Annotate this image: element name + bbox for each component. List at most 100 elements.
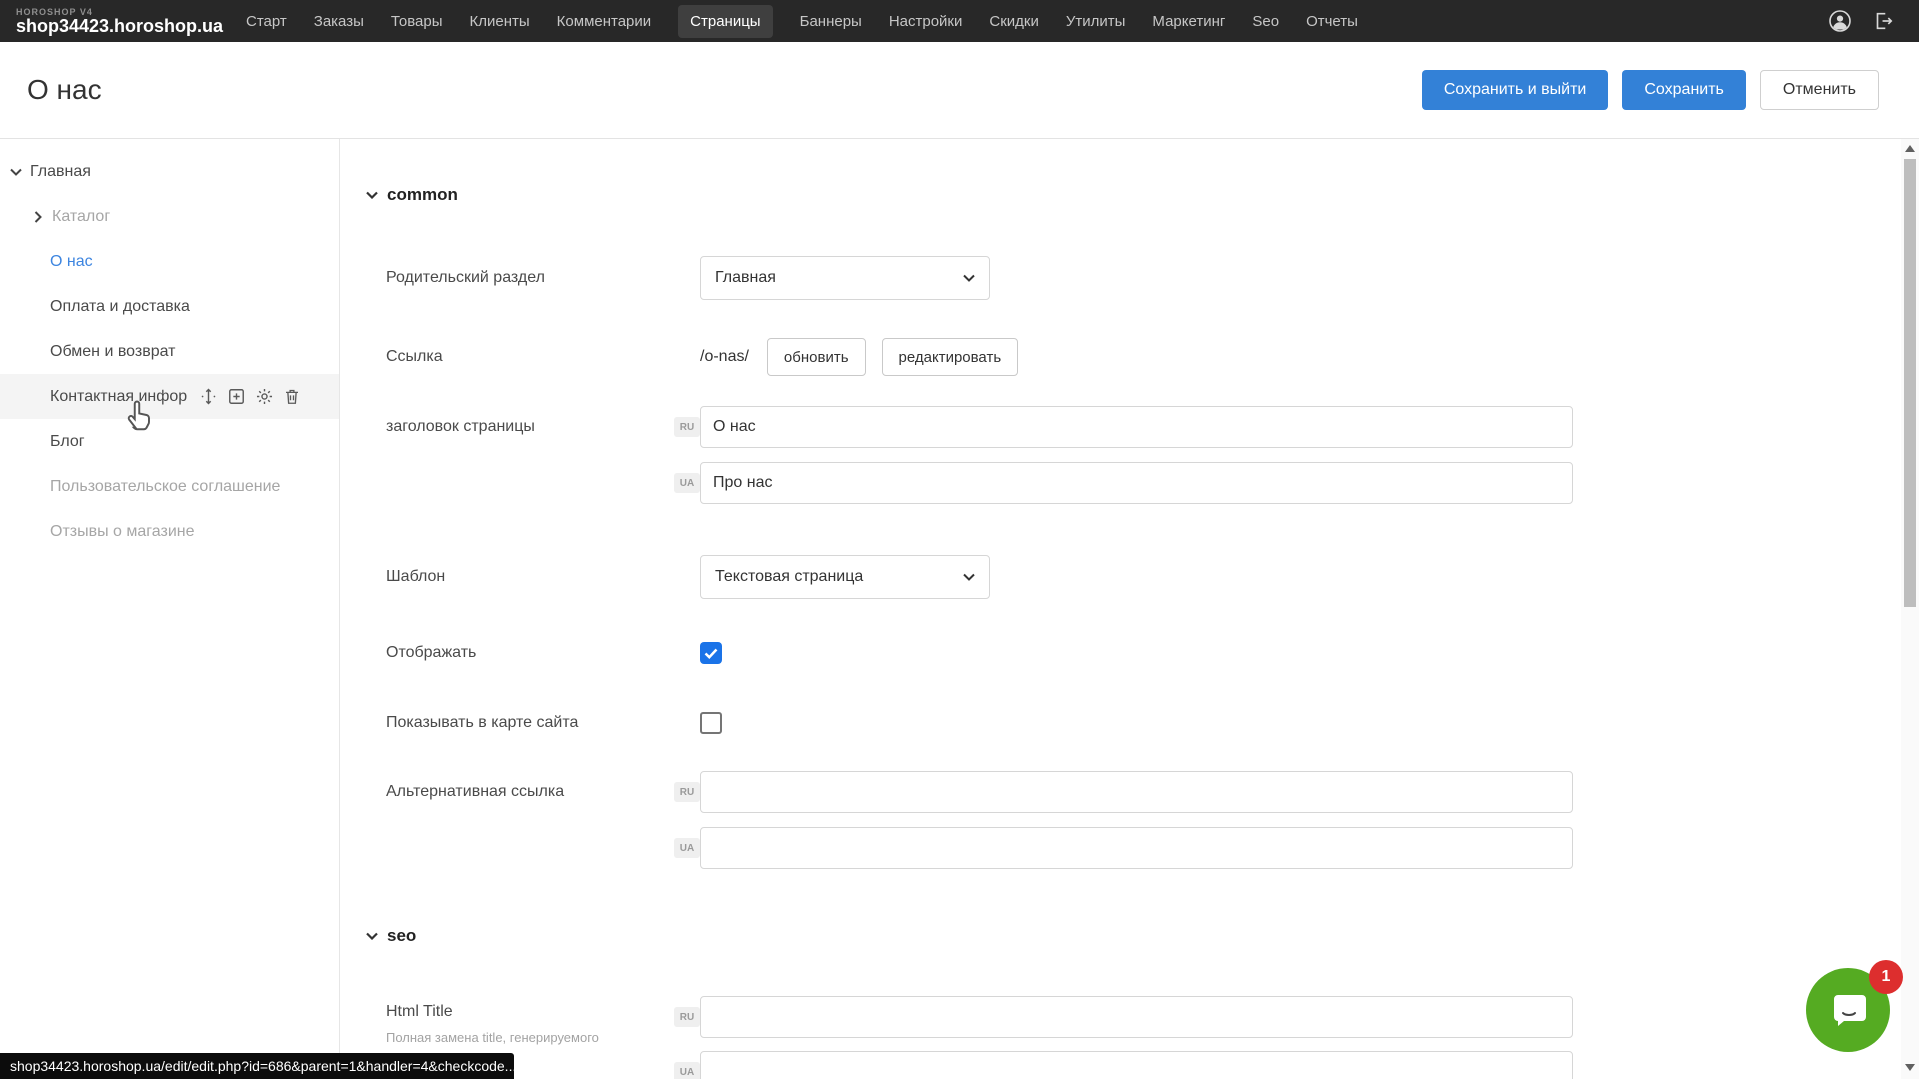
sidebar-item-label: О нас (50, 253, 93, 271)
ru-lang-tag: RU (674, 417, 700, 437)
nav-item-clients[interactable]: Клиенты (470, 5, 530, 38)
nav-item-start[interactable]: Старт (246, 5, 287, 38)
main-nav: Старт Заказы Товары Клиенты Комментарии … (246, 5, 1828, 38)
link-row: Ссылка /o-nas/ обновить редактировать (386, 337, 1034, 377)
template-value: Текстовая страница (715, 568, 863, 586)
parent-section-value: Главная (715, 269, 776, 287)
topbar: HOROSHOP V4 shop34423.horoshop.ua Старт … (0, 0, 1919, 42)
save-and-exit-button[interactable]: Сохранить и выйти (1422, 70, 1609, 110)
nav-item-orders[interactable]: Заказы (314, 5, 364, 38)
chat-unread-badge: 1 (1869, 960, 1903, 994)
section-seo-label: seo (387, 926, 416, 946)
alt-link-ua-input[interactable] (700, 827, 1573, 869)
chevron-down-icon[interactable] (10, 168, 22, 176)
ua-lang-tag: UA (674, 838, 700, 858)
html-title-ua-row: UA (386, 1051, 1573, 1079)
nav-item-comments[interactable]: Комментарии (557, 5, 651, 38)
sidebar-item-contact-info[interactable]: Контактная инфор (0, 374, 339, 419)
chevron-down-icon (366, 191, 378, 199)
chevron-down-icon (963, 274, 975, 282)
delete-trash-icon[interactable] (283, 387, 301, 406)
add-page-icon[interactable] (227, 387, 246, 406)
sidebar-item-user-agreement[interactable]: Пользовательское соглашение (0, 464, 339, 509)
sidebar-item-catalog[interactable]: Каталог (0, 194, 339, 239)
sidebar-item-label: Отзывы о магазине (50, 523, 195, 541)
scroll-down-arrow-icon[interactable] (1905, 1064, 1915, 1071)
chevron-down-icon (963, 573, 975, 581)
logo: HOROSHOP V4 shop34423.horoshop.ua (16, 7, 236, 36)
page-title-ua-row: UA (386, 462, 1573, 504)
content-area: Главная Каталог О нас Оплата и доставка … (0, 138, 1919, 1079)
vertical-scrollbar[interactable] (1901, 139, 1919, 1079)
page-header: О нас Сохранить и выйти Сохранить Отмени… (0, 42, 1919, 138)
nav-item-banners[interactable]: Баннеры (800, 5, 862, 38)
logout-icon[interactable] (1872, 10, 1894, 32)
sitemap-checkbox[interactable] (700, 712, 722, 734)
html-title-ru-input[interactable] (700, 996, 1573, 1038)
link-edit-button[interactable]: редактировать (882, 338, 1019, 376)
sidebar-item-home[interactable]: Главная (0, 149, 339, 194)
alt-link-label: Альтернативная ссылка (386, 783, 674, 801)
link-refresh-button[interactable]: обновить (767, 338, 866, 376)
sidebar-item-label: Оплата и доставка (50, 298, 190, 316)
html-title-label: Html Title (386, 1003, 453, 1020)
ru-lang-tag: RU (674, 782, 700, 802)
sidebar-item-label: Контактная инфор (50, 388, 187, 406)
account-icon[interactable] (1828, 9, 1852, 33)
sitemap-row: Показывать в карте сайта (386, 711, 722, 735)
scroll-up-arrow-icon[interactable] (1905, 145, 1915, 152)
link-path-value: /o-nas/ (700, 348, 749, 366)
parent-section-label: Родительский раздел (386, 269, 700, 287)
parent-section-row: Родительский раздел Главная (386, 256, 990, 300)
sidebar-item-exchange-return[interactable]: Обмен и возврат (0, 329, 339, 374)
nav-item-seo[interactable]: Seo (1252, 5, 1279, 38)
sidebar-item-label: Блог (50, 433, 85, 451)
nav-item-reports[interactable]: Отчеты (1306, 5, 1358, 38)
sidebar-item-label: Обмен и возврат (50, 343, 175, 361)
settings-gear-icon[interactable] (255, 387, 274, 406)
cancel-button[interactable]: Отменить (1760, 70, 1879, 110)
ru-lang-tag: RU (674, 1007, 700, 1027)
display-checkbox[interactable] (700, 642, 722, 664)
sidebar-item-blog[interactable]: Блог (0, 419, 339, 464)
header-actions: Сохранить и выйти Сохранить Отменить (1422, 70, 1879, 110)
ua-lang-tag: UA (674, 1062, 700, 1079)
section-common-label: common (387, 185, 458, 205)
drag-move-icon[interactable] (199, 387, 218, 406)
template-label: Шаблон (386, 568, 700, 586)
section-seo[interactable]: seo (366, 926, 416, 946)
nav-item-discounts[interactable]: Скидки (989, 5, 1038, 38)
sidebar-item-label: Пользовательское соглашение (50, 478, 280, 496)
sidebar-item-label: Каталог (52, 208, 110, 226)
sidebar-item-o-nas[interactable]: О нас (0, 239, 339, 284)
nav-item-pages[interactable]: Страницы (678, 5, 772, 38)
sidebar-item-store-reviews[interactable]: Отзывы о магазине (0, 509, 339, 554)
nav-item-products[interactable]: Товары (391, 5, 443, 38)
html-title-ru-row: Html Title Полная замена title, генериру… (386, 991, 1573, 1045)
page-title-ua-input[interactable] (700, 462, 1573, 504)
template-row: Шаблон Текстовая страница (386, 555, 990, 599)
page-title-ru-row: заголовок страницы RU (386, 406, 1573, 448)
alt-link-ru-input[interactable] (700, 771, 1573, 813)
page-title-ru-input[interactable] (700, 406, 1573, 448)
ua-lang-tag: UA (674, 473, 700, 493)
logo-version: HOROSHOP V4 (16, 7, 236, 17)
chevron-right-icon[interactable] (34, 211, 46, 223)
display-row: Отображать (386, 641, 722, 665)
nav-item-settings[interactable]: Настройки (889, 5, 963, 38)
html-title-hint: Полная замена title, генерируемого (386, 1030, 674, 1045)
chat-widget-button[interactable]: 1 (1806, 968, 1890, 1052)
display-label: Отображать (386, 644, 700, 662)
save-button[interactable]: Сохранить (1622, 70, 1746, 110)
link-label: Ссылка (386, 348, 700, 366)
nav-item-utilities[interactable]: Утилиты (1066, 5, 1126, 38)
html-title-ua-input[interactable] (700, 1051, 1573, 1079)
nav-item-marketing[interactable]: Маркетинг (1152, 5, 1225, 38)
section-common[interactable]: common (366, 185, 458, 205)
sidebar-item-payment-delivery[interactable]: Оплата и доставка (0, 284, 339, 329)
alt-link-ua-row: UA (386, 827, 1573, 869)
parent-section-select[interactable]: Главная (700, 256, 990, 300)
logo-domain: shop34423.horoshop.ua (16, 17, 236, 36)
template-select[interactable]: Текстовая страница (700, 555, 990, 599)
scrollbar-thumb[interactable] (1904, 159, 1916, 607)
